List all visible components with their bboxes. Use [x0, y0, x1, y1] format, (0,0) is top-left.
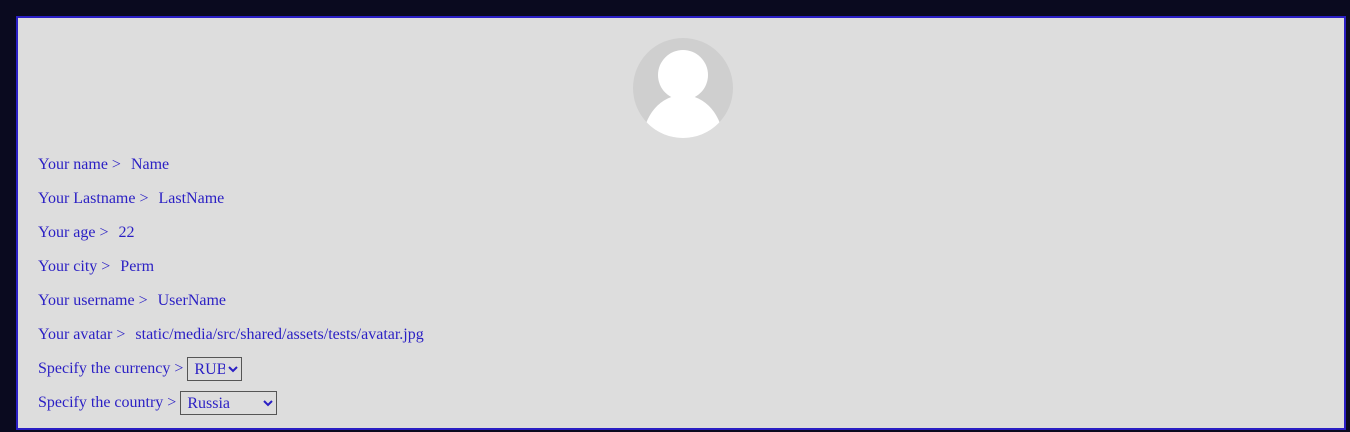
field-value: LastName — [158, 190, 225, 207]
currency-select[interactable]: RUB — [187, 357, 243, 381]
field-currency: Specify the currency > RUB — [38, 352, 424, 386]
field-username: Your username > UserName — [38, 284, 424, 318]
user-avatar-placeholder-icon — [643, 50, 723, 138]
field-avatar: Your avatar > static/media/src/shared/as… — [38, 318, 424, 352]
profile-card: Your name > Name Your Lastname > LastNam… — [16, 16, 1346, 430]
field-value: UserName — [157, 292, 227, 309]
field-value: Perm — [120, 258, 155, 275]
field-name: Your name > Name — [38, 148, 424, 182]
field-label: Your city > — [38, 258, 111, 275]
field-label: Your avatar > — [38, 326, 126, 343]
field-value: 22 — [118, 224, 135, 241]
field-age: Your age > 22 — [38, 216, 424, 250]
country-select[interactable]: Russia — [180, 391, 278, 415]
field-value: Name — [130, 156, 170, 173]
field-lastname: Your Lastname > LastName — [38, 182, 424, 216]
profile-fields: Your name > Name Your Lastname > LastNam… — [38, 148, 424, 420]
country-label: Specify the country > — [38, 394, 177, 411]
field-value: static/media/src/shared/assets/tests/ava… — [135, 326, 424, 343]
field-label: Your username > — [38, 292, 148, 309]
field-label: Your age > — [38, 224, 109, 241]
field-country: Specify the country > Russia — [38, 386, 424, 420]
currency-label: Specify the currency > — [38, 360, 184, 377]
field-label: Your name > — [38, 156, 121, 173]
field-city: Your city > Perm — [38, 250, 424, 284]
field-label: Your Lastname > — [38, 190, 149, 207]
avatar — [633, 38, 733, 138]
